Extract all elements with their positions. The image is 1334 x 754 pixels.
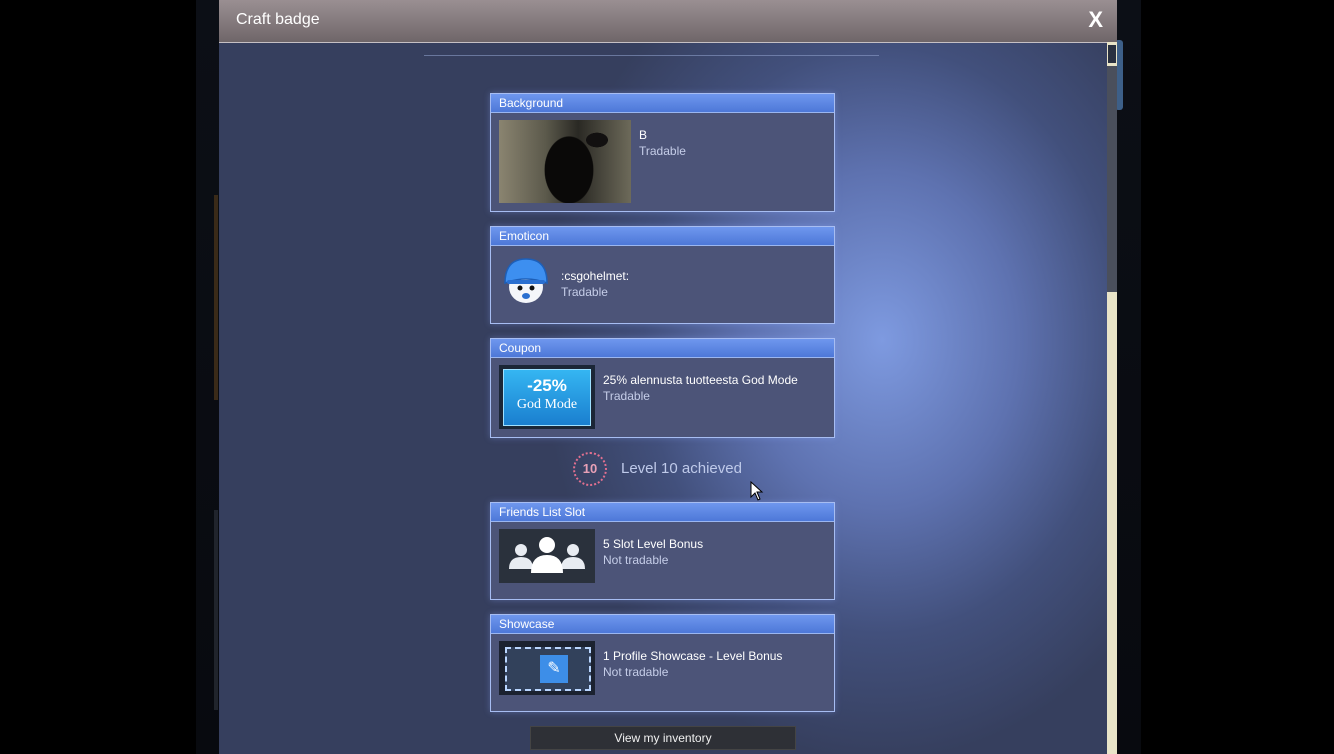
reward-category: Emoticon xyxy=(491,227,834,246)
coupon-thumbnail: -25% God Mode xyxy=(499,365,595,429)
reward-tradable-status: Not tradable xyxy=(603,553,669,567)
coupon-percent: -25% xyxy=(527,376,567,395)
background-panel-edge xyxy=(214,195,218,400)
background-thumbnail xyxy=(499,120,631,203)
reward-card-emoticon: Emoticon :csgohelmet: Tradable xyxy=(490,226,835,324)
coupon-game: God Mode xyxy=(516,397,578,412)
view-inventory-button[interactable]: View my inventory xyxy=(530,726,796,750)
reward-name: 5 Slot Level Bonus xyxy=(603,537,704,551)
scroll-up-arrow[interactable] xyxy=(1108,45,1116,63)
reward-category: Friends List Slot xyxy=(491,503,834,522)
pencil-icon: ✎ xyxy=(540,655,568,683)
dialog-scrollbar[interactable] xyxy=(1107,42,1117,754)
reward-tradable-status: Tradable xyxy=(639,144,686,158)
reward-card-friends-slot: Friends List Slot 5 Slot Level Bonus Not… xyxy=(490,502,835,600)
reward-card-showcase: Showcase ✎ 1 Profile Showcase - Level Bo… xyxy=(490,614,835,712)
reward-category: Coupon xyxy=(491,339,834,358)
reward-tradable-status: Not tradable xyxy=(603,665,669,679)
dialog-title: Craft badge xyxy=(236,11,320,28)
background-panel-edge xyxy=(214,510,218,710)
level-ring-icon: 10 xyxy=(573,452,607,486)
friends-group-icon xyxy=(499,529,595,583)
reward-category: Showcase xyxy=(491,615,834,634)
divider xyxy=(424,55,879,56)
mouse-cursor-icon xyxy=(750,481,764,501)
helmet-emoticon-icon xyxy=(504,258,548,303)
dialog-titlebar: Craft badge X xyxy=(219,0,1117,43)
reward-card-background: Background B Tradable xyxy=(490,93,835,212)
reward-name: 25% alennusta tuotteesta God Mode xyxy=(603,373,798,387)
craft-badge-dialog: Craft badge X Background B Tradable Emot… xyxy=(219,0,1117,754)
level-achieved-text: Level 10 achieved xyxy=(621,460,742,477)
reward-name: 1 Profile Showcase - Level Bonus xyxy=(603,649,783,663)
scrollbar-thumb[interactable] xyxy=(1107,66,1117,292)
reward-card-coupon: Coupon -25% God Mode 25% alennusta tuott… xyxy=(490,338,835,438)
close-icon[interactable]: X xyxy=(1088,7,1103,33)
reward-name: :csgohelmet: xyxy=(561,269,630,283)
level-achieved: 10 Level 10 achieved xyxy=(573,452,773,486)
reward-category: Background xyxy=(491,94,834,113)
coupon-badge: -25% God Mode xyxy=(503,369,591,426)
reward-tradable-status: Tradable xyxy=(561,285,608,299)
showcase-frame: ✎ xyxy=(505,647,591,691)
showcase-thumbnail: ✎ xyxy=(499,641,595,695)
reward-name: B xyxy=(639,128,648,142)
reward-tradable-status: Tradable xyxy=(603,389,650,403)
